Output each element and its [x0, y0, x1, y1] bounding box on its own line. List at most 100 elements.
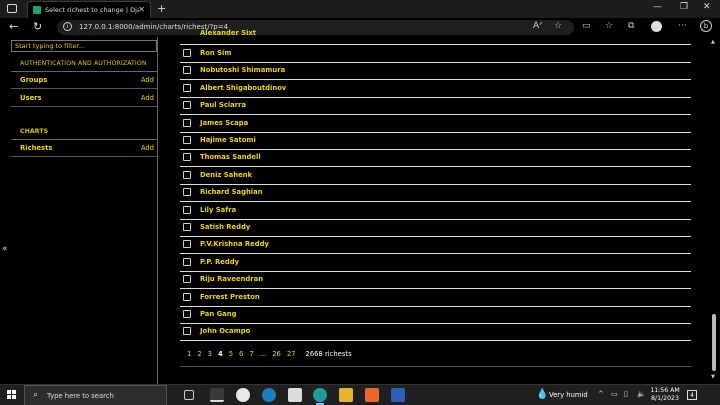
row-checkbox[interactable] — [183, 223, 191, 231]
edge-icon[interactable] — [313, 388, 327, 405]
add-users-link[interactable]: Add — [141, 94, 154, 102]
row-link[interactable]: P.P. Reddy — [200, 258, 239, 266]
row-checkbox[interactable] — [183, 66, 191, 75]
taskbar-clock[interactable]: 11:56 AM 8/1/2023 — [650, 387, 680, 403]
sidebar-item-richests[interactable]: Richests Add — [11, 140, 157, 157]
table-row[interactable]: Deniz Sahenk — [180, 168, 691, 185]
section-auth-title[interactable]: AUTHENTICATION AND AUTHORIZATION — [20, 60, 147, 67]
table-row[interactable]: John Ocampo — [180, 324, 691, 342]
row-link[interactable]: Forrest Preston — [200, 293, 260, 301]
sidebar-item-users[interactable]: Users Add — [11, 90, 157, 107]
page-link[interactable]: 2 — [197, 350, 201, 358]
row-checkbox[interactable] — [183, 101, 191, 110]
chrome-icon[interactable] — [236, 388, 250, 402]
section-charts-title[interactable]: CHARTS — [20, 128, 48, 135]
page-link[interactable]: 6 — [239, 350, 243, 358]
page-link[interactable]: 26 — [272, 350, 281, 358]
row-link[interactable]: P.V.Krishna Reddy — [200, 240, 269, 248]
close-tab-icon[interactable]: ✕ — [138, 5, 145, 14]
row-checkbox[interactable] — [183, 310, 191, 318]
row-link[interactable]: Riju Raveendran — [200, 275, 263, 283]
store-icon[interactable] — [288, 388, 302, 402]
close-window-icon[interactable]: ✕ — [703, 2, 711, 12]
weather-text[interactable]: Very humid — [549, 391, 588, 399]
paint-icon[interactable] — [365, 388, 379, 402]
skype-icon[interactable] — [262, 388, 276, 402]
row-checkbox[interactable] — [183, 83, 191, 92]
tray-chevron-icon[interactable]: ^ — [598, 390, 604, 398]
sidebar-item-groups[interactable]: Groups Add — [11, 72, 157, 89]
row-link[interactable]: Hajime Satomi — [200, 136, 256, 144]
table-row[interactable]: Nobutoshi Shimamura — [180, 63, 691, 81]
table-row[interactable]: Albert Shigaboutdinov — [180, 81, 691, 98]
add-groups-link[interactable]: Add — [141, 76, 154, 84]
row-link[interactable]: Ron Sim — [200, 49, 231, 57]
sidebar-item-label[interactable]: Groups — [20, 76, 47, 84]
table-row[interactable]: Ron Sim — [180, 46, 691, 63]
table-row[interactable]: P.V.Krishna Reddy — [180, 237, 691, 255]
table-row[interactable]: Riju Raveendran — [180, 272, 691, 290]
network-icon[interactable]: ▭ — [611, 390, 618, 398]
row-checkbox[interactable] — [183, 292, 191, 301]
add-richests-link[interactable]: Add — [141, 144, 154, 152]
scrollbar-thumb[interactable] — [712, 314, 716, 371]
page-link[interactable]: 7 — [249, 350, 253, 358]
row-link[interactable]: John Ocampo — [200, 327, 250, 335]
row-checkbox[interactable] — [183, 118, 191, 127]
sidebar-item-label[interactable]: Richests — [20, 144, 52, 152]
notification-icon[interactable]: 4 — [687, 390, 697, 400]
volume-icon[interactable]: 🔈 — [637, 390, 646, 398]
table-row[interactable]: Paul Sciarra — [180, 98, 691, 116]
task-view-icon[interactable] — [184, 390, 194, 400]
word-icon[interactable] — [391, 388, 405, 402]
row-checkbox[interactable] — [183, 136, 191, 144]
table-row[interactable]: Pan Gang — [180, 307, 691, 324]
scroll-down-icon[interactable]: ▼ — [711, 374, 715, 380]
row-checkbox[interactable] — [183, 205, 191, 214]
table-row[interactable]: Satish Reddy — [180, 220, 691, 237]
table-row[interactable]: James Scapa — [180, 116, 691, 133]
restore-icon[interactable]: ❐ — [680, 2, 688, 12]
row-link[interactable]: Thomas Sandell — [200, 153, 261, 161]
collapse-sidebar-icon[interactable]: « — [2, 244, 8, 254]
row-checkbox[interactable] — [183, 170, 191, 179]
site-info-icon[interactable]: i — [63, 22, 72, 31]
row-link[interactable]: James Scapa — [200, 119, 248, 127]
table-row[interactable]: Thomas Sandell — [180, 150, 691, 168]
table-row[interactable]: P.P. Reddy — [180, 255, 691, 272]
table-row[interactable]: Lily Safra — [180, 203, 691, 220]
row-link[interactable]: Lily Safra — [200, 206, 236, 214]
row-link[interactable]: Alexander Sixt — [200, 29, 256, 37]
nav-filter-input[interactable] — [11, 40, 157, 52]
search-placeholder[interactable]: Type here to search — [47, 392, 114, 400]
table-row[interactable]: Hajime Satomi — [180, 133, 691, 150]
row-checkbox[interactable] — [183, 257, 191, 266]
page-link[interactable]: 5 — [229, 350, 233, 358]
row-link[interactable]: Paul Sciarra — [200, 101, 246, 109]
page-scrollbar[interactable]: ▲ ▼ — [708, 37, 720, 384]
row-link[interactable]: Pan Gang — [200, 310, 236, 318]
new-tab-icon[interactable]: + — [157, 2, 166, 15]
sidebar-item-label[interactable]: Users — [20, 94, 42, 102]
table-row[interactable]: Richard Saghian — [180, 185, 691, 203]
back-icon[interactable]: ← — [9, 20, 18, 33]
row-checkbox[interactable] — [183, 327, 191, 336]
browser-tab[interactable]: Select richest to change | Django ✕ — [27, 1, 151, 18]
row-link[interactable]: Albert Shigaboutdinov — [200, 84, 286, 92]
minimize-icon[interactable]: — — [653, 2, 662, 12]
row-checkbox[interactable] — [183, 240, 191, 249]
row-link[interactable]: Satish Reddy — [200, 223, 250, 231]
file-explorer-icon[interactable] — [339, 388, 353, 402]
row-link[interactable]: Deniz Sahenk — [200, 171, 252, 179]
row-link[interactable]: Richard Saghian — [200, 188, 263, 196]
page-link[interactable]: 27 — [287, 350, 296, 358]
row-checkbox[interactable] — [183, 275, 191, 284]
row-link[interactable]: Nobutoshi Shimamura — [200, 66, 285, 74]
table-row[interactable]: Alexander Sixt — [180, 28, 691, 45]
scroll-up-icon[interactable]: ▲ — [711, 39, 715, 45]
tab-actions-icon[interactable] — [7, 4, 17, 13]
row-checkbox[interactable] — [183, 153, 191, 162]
row-checkbox[interactable] — [183, 188, 191, 197]
refresh-icon[interactable]: ↻ — [33, 20, 42, 33]
row-checkbox[interactable] — [183, 49, 191, 57]
